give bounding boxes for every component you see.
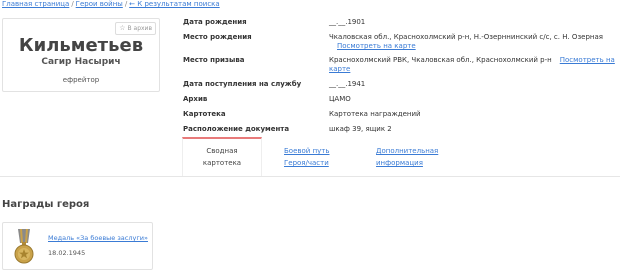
archive-label: Архив — [183, 95, 208, 103]
hero-given-name: Сагир Насырич — [41, 57, 121, 67]
tab-summary-card[interactable]: Сводная картотека — [182, 137, 262, 177]
breadcrumb-home-link[interactable]: Главная страница — [2, 0, 69, 8]
star-icon: ☆ — [119, 24, 126, 32]
awards-section-title: Награды героя — [2, 199, 90, 210]
breadcrumb-separator: / — [71, 0, 74, 8]
info-row-card: Картотека Картотека награждений — [183, 110, 618, 119]
info-row-location: Расположение документа шкаф 39, ящик 2 — [183, 125, 618, 134]
service-date-value: __.__.1941 — [329, 80, 366, 88]
breadcrumb: Главная страница / Герои войны / ← К результ… — [2, 0, 220, 8]
tab-combat-path[interactable]: Боевой путь Героя/части — [284, 145, 334, 169]
breadcrumb-separator: / — [124, 0, 128, 8]
tabs-divider — [0, 176, 620, 177]
award-date: 18.02.1945 — [48, 249, 86, 257]
award-name-link[interactable]: Медаль «За боевые заслуги» — [48, 234, 148, 242]
card-label: Картотека — [183, 110, 226, 118]
tab-summary-line2: картотека — [202, 159, 242, 167]
info-row-birth-date: Дата рождения __.__.1901 — [183, 18, 618, 27]
card-value: Картотека награждений — [329, 110, 421, 118]
medal-icon — [14, 229, 34, 264]
add-to-archive-button[interactable]: ☆ В архив — [115, 22, 156, 35]
draft-place-label: Место призыва — [183, 56, 245, 64]
info-row-birth-place: Место рождения Чкаловская обл., Краснохо… — [183, 33, 618, 51]
tab-combat-path-line1[interactable]: Боевой путь — [284, 147, 330, 155]
birth-place-map-link[interactable]: Посмотреть на карте — [337, 42, 416, 50]
back-to-results-link[interactable]: ← К результатам поиска — [129, 0, 220, 8]
service-date-label: Дата поступления на службу — [183, 80, 302, 88]
archive-value: ЦАМО — [329, 95, 351, 103]
archive-button-label: В архив — [127, 25, 153, 32]
info-row-draft-place: Место призыва Краснохолмский РВК, Чкалов… — [183, 56, 618, 74]
breadcrumb-heroes-link[interactable]: Герои войны — [76, 0, 123, 8]
location-value: шкаф 39, ящик 2 — [329, 125, 392, 133]
hero-card: ☆ В архив Кильметьев Сагир Насырич ефрейт… — [2, 18, 160, 92]
hero-surname: Кильметьев — [18, 35, 144, 56]
hero-rank: ефрейтор — [62, 76, 100, 84]
location-label: Расположение документа — [183, 125, 290, 133]
tab-additional-info-line1[interactable]: Дополнительная — [376, 147, 438, 155]
hero-info: Дата рождения __.__.1901 Место рождения … — [183, 18, 618, 140]
birth-date-value: __.__.1901 — [329, 18, 366, 26]
tab-summary-line1: Сводная — [206, 147, 238, 155]
birth-date-label: Дата рождения — [183, 18, 247, 26]
tab-additional-info-line2[interactable]: информация — [376, 159, 423, 167]
award-card[interactable]: Медаль «За боевые заслуги» 18.02.1945 — [2, 222, 153, 270]
tab-combat-path-line2[interactable]: Героя/части — [284, 159, 329, 167]
birth-place-value: Чкаловская обл., Краснохолмский р-н, Н.-… — [329, 33, 603, 41]
draft-place-value: Краснохолмский РВК, Чкаловская обл., Кра… — [329, 56, 552, 64]
info-row-service-date: Дата поступления на службу __.__.1941 — [183, 80, 618, 89]
tab-additional-info[interactable]: Дополнительная информация — [376, 145, 446, 169]
birth-place-label: Место рождения — [183, 33, 252, 41]
info-row-archive: Архив ЦАМО — [183, 95, 618, 104]
